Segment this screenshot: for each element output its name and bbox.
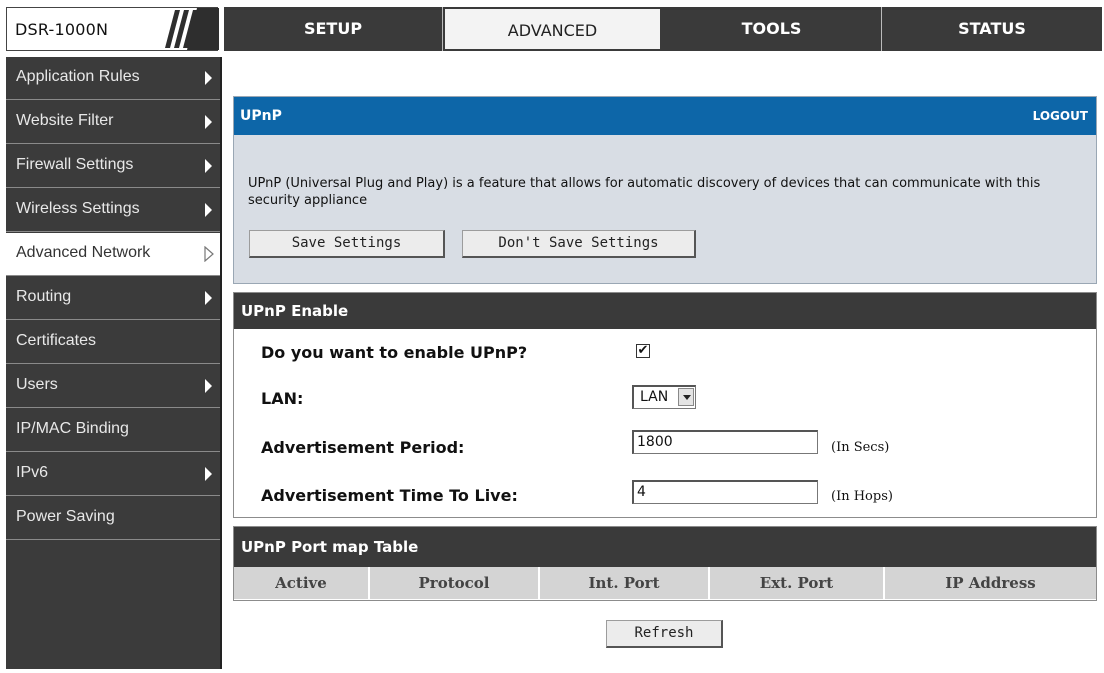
chevron-right-icon [205,159,212,173]
upnp-description: UPnP (Universal Plug and Play) is a feat… [248,176,1041,208]
sidebar-item-label: Certificates [16,332,97,349]
chevron-right-icon [205,379,212,393]
sidebar-item-label: Users [16,376,58,393]
main-nav: SETUP ADVANCED TOOLS STATUS [224,7,1102,51]
dropdown-arrow-icon[interactable] [678,388,694,406]
sidebar-item-label: Website Filter [16,112,114,129]
column-header-active: Active [234,567,370,599]
sidebar-item-label: Firewall Settings [16,156,134,173]
sidebar-item-application-rules[interactable]: Application Rules [6,57,220,100]
chevron-right-icon [205,467,212,481]
chevron-right-icon [205,291,212,305]
upnp-header-bar: UPnP LOGOUT [234,97,1096,135]
top-bar: DSR-1000N SETUP ADVANCED TOOLS STATUS [0,0,1104,58]
sidebar-item-label: Power Saving [16,508,115,525]
sidebar-item-ipv6[interactable]: IPv6 [6,453,220,496]
lan-select[interactable]: LAN [632,385,696,409]
advertisement-period-label: Advertisement Period: [261,438,465,457]
port-map-header: UPnP Port map Table [234,527,1096,567]
upnp-enable-header: UPnP Enable [234,293,1096,329]
chevron-right-outline-icon [204,245,214,267]
refresh-button[interactable]: Refresh [606,620,723,648]
sidebar-item-label: IPv6 [16,464,49,481]
advertisement-period-unit: (In Secs) [831,440,890,455]
sidebar-item-ip-mac-binding[interactable]: IP/MAC Binding [6,409,220,452]
column-header-protocol: Protocol [370,567,540,599]
sidebar-item-certificates[interactable]: Certificates [6,321,220,364]
advertisement-ttl-input[interactable]: 4 [632,480,818,504]
sidebar-item-advanced-network[interactable]: Advanced Network [6,233,220,276]
column-header-int-port: Int. Port [540,567,710,599]
sidebar-item-firewall-settings[interactable]: Firewall Settings [6,145,220,188]
chevron-right-icon [205,203,212,217]
logout-link[interactable]: LOGOUT [1033,109,1088,123]
sidebar-item-wireless-settings[interactable]: Wireless Settings [6,189,220,232]
upnp-info-panel: UPnP LOGOUT UPnP (Universal Plug and Pla… [233,96,1097,284]
sidebar-item-label: Advanced Network [16,244,151,261]
sidebar: Application Rules Website Filter Firewal… [6,57,222,669]
sidebar-item-label: Wireless Settings [16,200,140,217]
sidebar-item-label: Routing [16,288,72,305]
lan-select-value: LAN [640,389,669,405]
advertisement-ttl-label: Advertisement Time To Live: [261,486,518,505]
advertisement-ttl-unit: (In Hops) [831,489,893,504]
enable-upnp-checkbox[interactable]: ✔ [636,344,650,358]
column-header-ext-port: Ext. Port [710,567,885,599]
page-title: UPnP [240,108,282,124]
tab-setup[interactable]: SETUP [224,7,443,51]
sidebar-item-label: Application Rules [16,68,140,85]
sidebar-item-routing[interactable]: Routing [6,277,220,320]
save-settings-button[interactable]: Save Settings [249,230,445,258]
sidebar-item-power-saving[interactable]: Power Saving [6,497,220,540]
column-header-ip-address: IP Address [885,567,1096,599]
brand-box: DSR-1000N [6,7,219,51]
sidebar-item-users[interactable]: Users [6,365,220,408]
sidebar-item-website-filter[interactable]: Website Filter [6,101,220,144]
upnp-enable-panel: UPnP Enable Do you want to enable UPnP? … [233,292,1097,518]
advertisement-period-input[interactable]: 1800 [632,430,818,454]
upnp-port-map-table: UPnP Port map Table Active Protocol Int.… [233,526,1097,601]
tab-status[interactable]: STATUS [882,7,1102,51]
enable-upnp-label: Do you want to enable UPnP? [261,343,528,362]
sidebar-item-label: IP/MAC Binding [16,420,129,437]
brand-slashes-logo [147,8,219,50]
tab-advanced[interactable]: ADVANCED [443,7,662,51]
dont-save-settings-button[interactable]: Don't Save Settings [462,230,696,258]
chevron-right-icon [205,71,212,85]
lan-label: LAN: [261,389,304,408]
tab-tools[interactable]: TOOLS [662,7,882,51]
product-model-label: DSR-1000N [15,20,109,39]
chevron-right-icon [205,115,212,129]
